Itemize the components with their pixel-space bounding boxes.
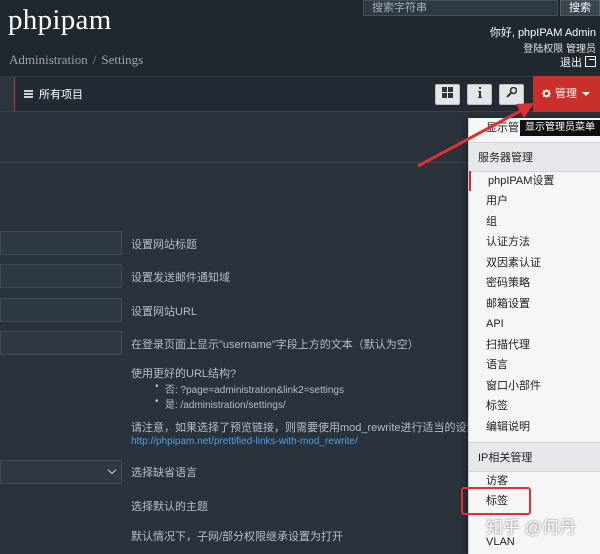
annotation-arrow — [417, 103, 534, 168]
watermark: 知乎 @何丹 — [486, 518, 576, 537]
